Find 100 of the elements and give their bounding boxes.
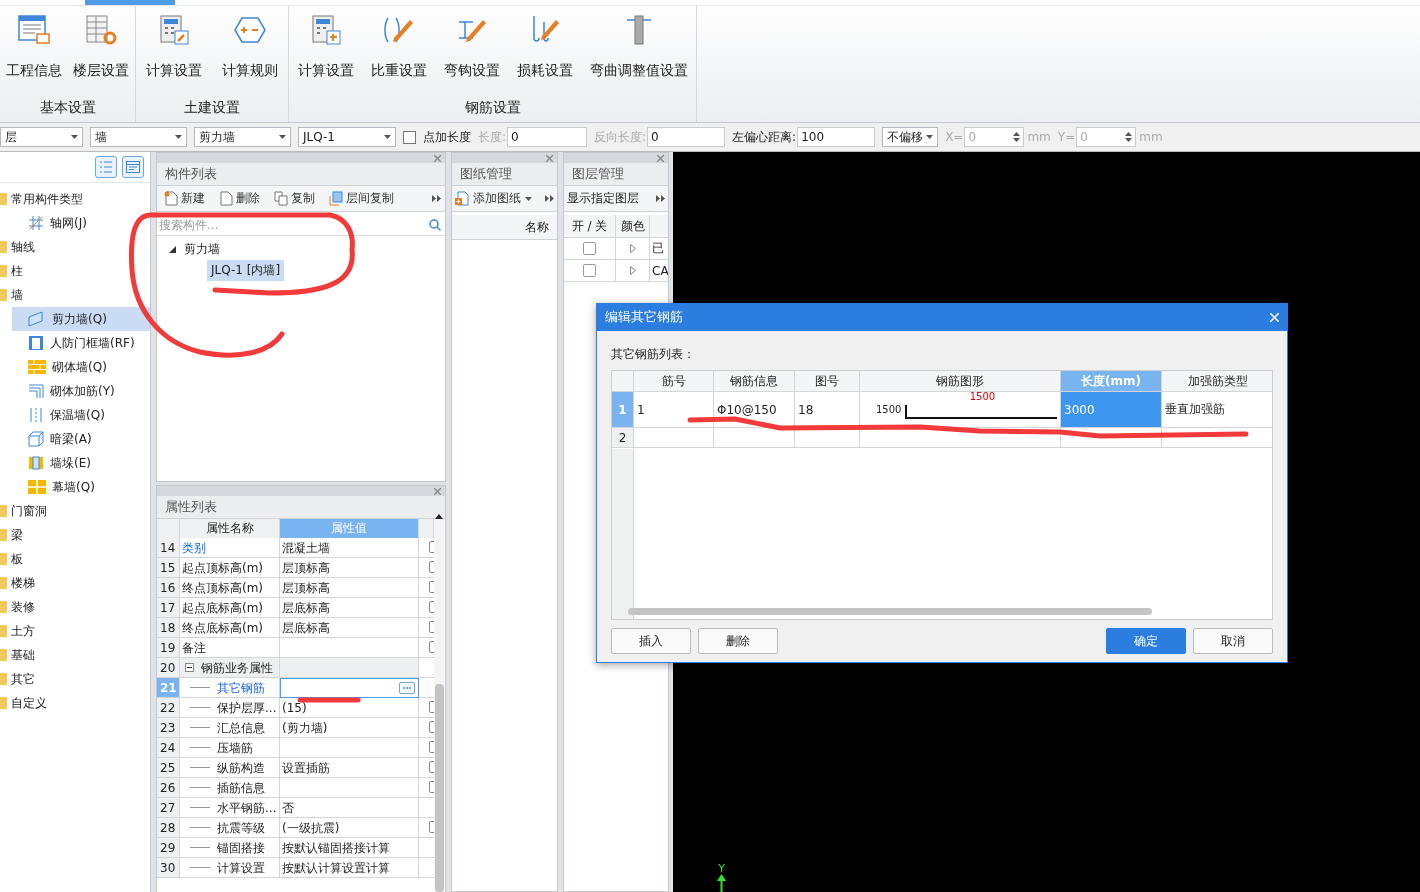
tree-folder[interactable]: 基础 — [0, 643, 150, 667]
dimension-label: 1500 — [969, 390, 996, 402]
dropdown[interactable]: 层 — [0, 127, 83, 147]
dialog-button[interactable]: 确定 — [1106, 628, 1186, 654]
more-icon[interactable] — [656, 195, 665, 202]
dialog-button[interactable]: 删除 — [698, 628, 778, 654]
add-file-icon[interactable] — [455, 191, 469, 206]
new-icon[interactable] — [164, 191, 178, 206]
document-icon[interactable] — [16, 14, 51, 46]
dropdown[interactable]: 剪力墙 — [194, 127, 291, 147]
more-icon[interactable] — [545, 195, 554, 202]
tree-item[interactable]: 保温墙(Q) — [12, 403, 150, 427]
toolbar-button[interactable]: 新建 — [161, 190, 208, 207]
row-number[interactable]: 2 — [612, 428, 634, 448]
folder-icon — [0, 576, 8, 590]
tree-item[interactable]: 轴网(J) — [12, 211, 150, 235]
column-header[interactable]: 筋号 — [634, 371, 714, 392]
spinner-arrows-icon[interactable] — [1013, 131, 1021, 143]
tree-folder[interactable]: 柱 — [0, 259, 150, 283]
close-icon[interactable] — [434, 487, 441, 495]
hexagon-icon[interactable] — [233, 14, 267, 46]
dialog-button[interactable]: 取消 — [1193, 628, 1273, 654]
ribbon-button[interactable]: 楼层设置 — [70, 10, 133, 96]
folder-icon — [0, 624, 8, 638]
calculator-icon[interactable] — [157, 14, 191, 46]
more-icon[interactable] — [432, 195, 441, 202]
ribbon-button[interactable]: 计算设置 — [294, 10, 357, 96]
dialog-button[interactable]: 插入 — [611, 628, 691, 654]
property-name: 水平钢筋... — [217, 799, 277, 817]
tree-item[interactable]: 幕墙(Q) — [12, 475, 150, 499]
close-icon[interactable] — [657, 154, 664, 162]
expand-icon[interactable] — [629, 244, 636, 253]
spinner-arrows-icon[interactable] — [1125, 131, 1133, 143]
ribbon-button[interactable]: 损耗设置 — [513, 10, 576, 96]
tree-folder[interactable]: 梁 — [0, 523, 150, 547]
collapse-icon[interactable] — [185, 663, 194, 672]
row-number: 26 — [157, 778, 180, 798]
row-number: 28 — [157, 818, 180, 838]
tree-folder[interactable]: 装修 — [0, 595, 150, 619]
ribbon-button[interactable]: 比重设置 — [367, 10, 430, 96]
tree-item[interactable]: 剪力墙(Q) — [12, 307, 150, 331]
tree-folder[interactable]: 门窗洞 — [0, 499, 150, 523]
folder-icon — [0, 672, 8, 686]
form-icon[interactable] — [126, 161, 140, 173]
tree-node[interactable]: 剪力墙 — [157, 238, 445, 260]
toolbar-button[interactable]: 层间复制 — [326, 190, 397, 207]
close-icon[interactable] — [434, 154, 441, 162]
column-header[interactable]: 图号 — [795, 371, 860, 392]
toolbar-button[interactable]: 复制 — [271, 190, 318, 207]
row-number: 29 — [157, 838, 180, 858]
dropdown[interactable]: 不偏移 — [882, 127, 939, 147]
tree-item[interactable]: 暗梁(A) — [12, 427, 150, 451]
checkbox[interactable] — [403, 130, 416, 144]
tree-folder[interactable]: 墙 — [0, 283, 150, 307]
row-number: 19 — [157, 638, 180, 658]
row-number: 21 — [157, 678, 180, 698]
tree-item[interactable]: 人防门框墙(RF) — [12, 331, 150, 355]
dropdown[interactable]: 墙 — [90, 127, 187, 147]
expander-icon[interactable] — [169, 245, 176, 253]
tree-item[interactable]: 砌体加筋(Y) — [12, 379, 150, 403]
column-header[interactable]: 钢筋图形 — [860, 371, 1061, 392]
tree-item[interactable]: 砌体墙(Q) — [12, 355, 150, 379]
tree-folder[interactable]: 楼梯 — [0, 571, 150, 595]
tree-folder[interactable]: 自定义 — [0, 691, 150, 715]
ribbon-button[interactable]: 工程信息 — [2, 10, 65, 96]
tree-folder[interactable]: 其它 — [0, 667, 150, 691]
property-name: 保护层厚... — [217, 699, 277, 717]
toolbar-button[interactable]: 删除 — [216, 190, 263, 207]
delete-icon[interactable] — [219, 191, 233, 206]
column-header: 颜色 — [616, 215, 650, 238]
copy-icon[interactable] — [274, 191, 288, 206]
ribbon-button[interactable]: 计算规则 — [219, 10, 281, 96]
settings-icon[interactable] — [84, 14, 119, 46]
checkbox[interactable] — [583, 242, 596, 255]
unit-label: mm — [1027, 130, 1051, 144]
tree-folder[interactable]: 土方 — [0, 619, 150, 643]
ellipsis-button[interactable] — [399, 682, 415, 694]
form-view-button[interactable] — [122, 156, 144, 178]
value-field[interactable] — [280, 678, 419, 698]
tree-folder[interactable]: 板 — [0, 547, 150, 571]
input-field[interactable]: 100 — [797, 127, 876, 147]
tree-folder[interactable]: 常用构件类型 — [0, 187, 150, 211]
ribbon-button[interactable]: 弯曲调整值设置 — [586, 10, 691, 96]
dropdown[interactable]: JLQ-1 — [298, 127, 396, 147]
column-header[interactable]: 钢筋信息 — [714, 371, 795, 392]
tree-item[interactable]: 墙垛(E) — [12, 451, 150, 475]
ribbon-button[interactable]: 计算设置 — [143, 10, 205, 96]
table-cell: 1 — [634, 392, 714, 428]
column-header[interactable]: 加强筋类型 — [1162, 371, 1272, 392]
expand-icon[interactable] — [629, 266, 636, 275]
close-icon[interactable] — [546, 154, 553, 162]
scrollbar-thumb[interactable] — [435, 684, 444, 892]
scrollbar-thumb[interactable] — [628, 608, 1152, 615]
copy-icon[interactable] — [329, 191, 343, 206]
ribbon-button[interactable]: 弯钩设置 — [440, 10, 503, 96]
search-icon[interactable] — [429, 219, 441, 231]
tree-item[interactable]: JLQ-1 [内墙] — [207, 260, 285, 281]
layer-name: CA — [652, 263, 668, 278]
checkbox[interactable] — [583, 264, 596, 277]
tree-folder[interactable]: 轴线 — [0, 235, 150, 259]
